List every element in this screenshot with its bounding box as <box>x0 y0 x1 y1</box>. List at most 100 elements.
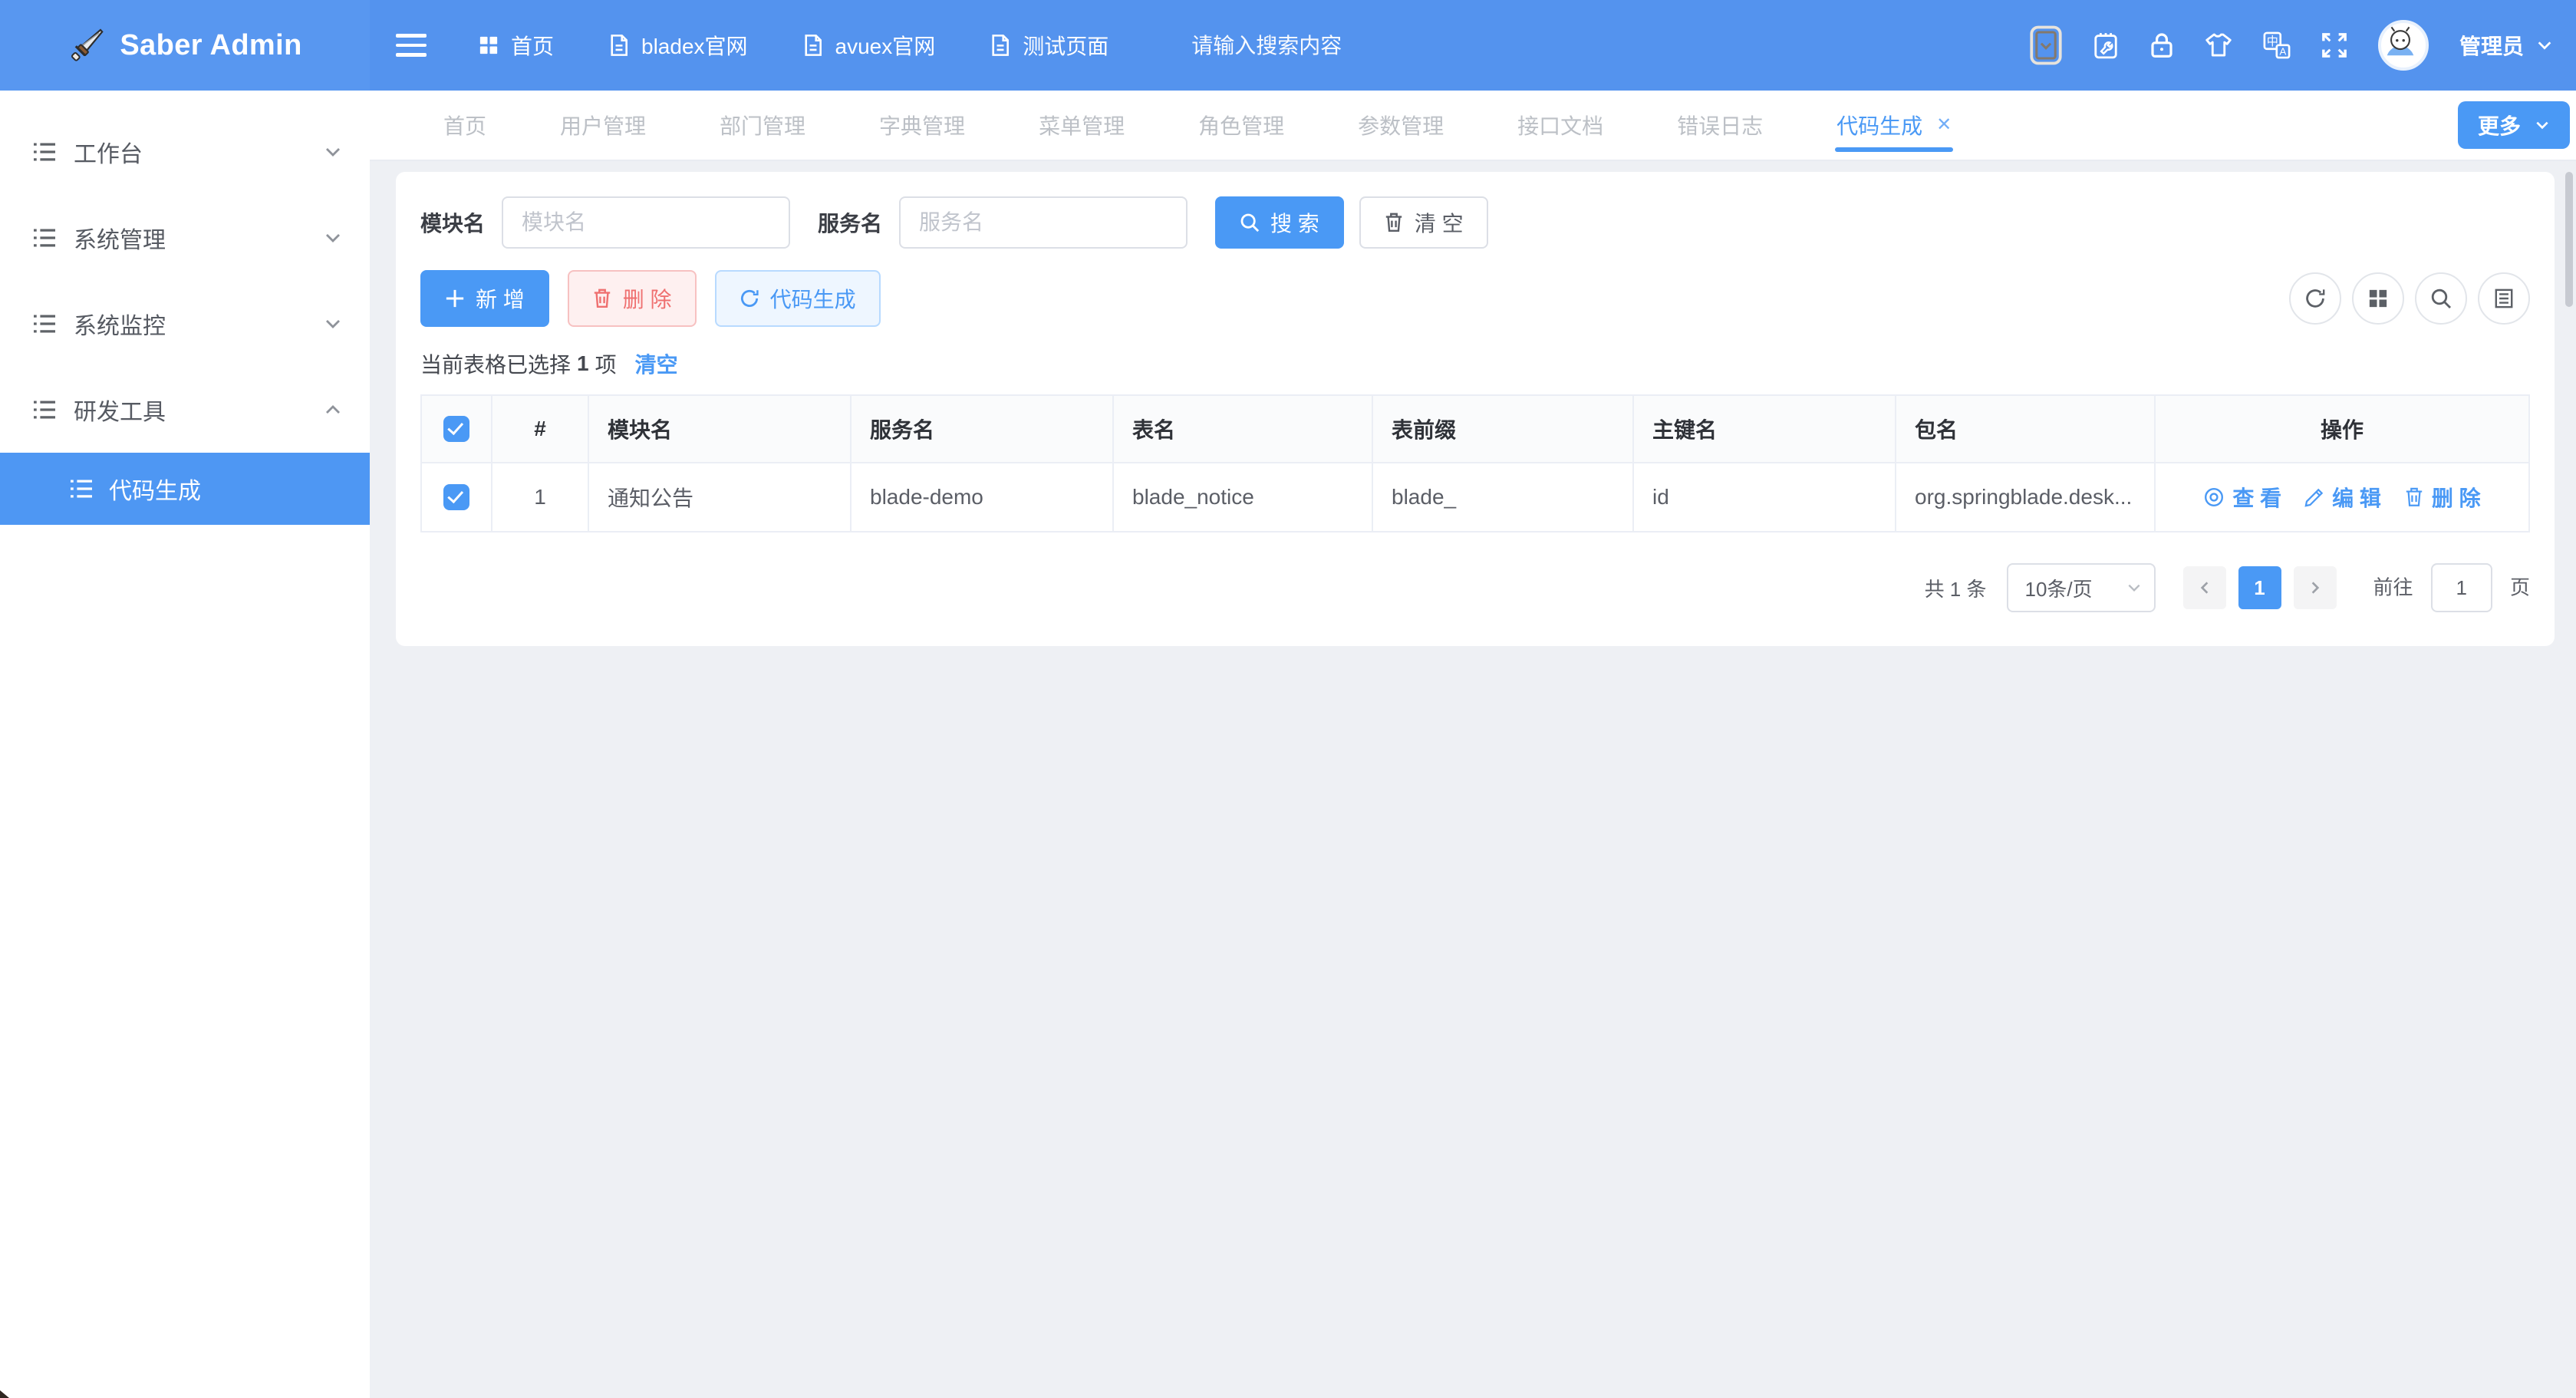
search-toggle-icon-button[interactable] <box>2415 272 2467 325</box>
sidebar: 工作台 系统管理 系统监控 研发工具 <box>0 91 370 1398</box>
list-menu-icon <box>32 399 57 420</box>
chevron-up-icon <box>324 401 342 419</box>
sidebar-item-system-monitor[interactable]: 系统监控 <box>0 281 370 367</box>
corner-artifact <box>0 1390 9 1398</box>
prev-page-button[interactable] <box>2183 566 2226 609</box>
filter-row: 模块名 服务名 搜 索 清 空 <box>420 196 2530 249</box>
list-menu-icon <box>69 478 94 500</box>
list-menu-icon <box>32 141 57 163</box>
tab-param-management[interactable]: 参数管理 <box>1321 91 1481 160</box>
sidebar-item-system-management[interactable]: 系统管理 <box>0 195 370 281</box>
grid-icon <box>479 35 499 55</box>
table-view-icon-button[interactable] <box>2478 272 2530 325</box>
top-nav-style-switch-icon[interactable] <box>2030 25 2062 65</box>
lock-icon[interactable] <box>2149 31 2174 59</box>
tab-api-docs[interactable]: 接口文档 <box>1481 91 1640 160</box>
service-name-input[interactable] <box>899 196 1188 249</box>
debug-tool-icon[interactable] <box>2093 31 2119 60</box>
code-generate-button[interactable]: 代码生成 <box>715 270 881 327</box>
tab-home[interactable]: 首页 <box>407 91 523 160</box>
sidebar-item-label: 研发工具 <box>74 393 324 427</box>
column-header-package: 包名 <box>1896 395 2155 463</box>
page-size-select[interactable]: 10条/页 <box>2007 563 2156 612</box>
cell-index: 1 <box>492 463 588 532</box>
column-header-pk: 主键名 <box>1633 395 1896 463</box>
column-header-table: 表名 <box>1113 395 1372 463</box>
list-menu-icon <box>32 227 57 249</box>
column-settings-icon-button[interactable] <box>2352 272 2404 325</box>
fullscreen-icon[interactable] <box>2321 32 2347 58</box>
header-nav-label: avuex官网 <box>835 30 936 61</box>
tab-role-management[interactable]: 角色管理 <box>1161 91 1321 160</box>
trash-icon <box>592 288 612 309</box>
tab-dict-management[interactable]: 字典管理 <box>842 91 1002 160</box>
document-icon <box>609 34 629 57</box>
view-link[interactable]: 查 看 <box>2203 482 2281 513</box>
search-icon <box>1240 213 1260 232</box>
document-lines-icon <box>2494 288 2514 309</box>
add-button[interactable]: 新 增 <box>420 270 549 327</box>
scrollbar-thumb[interactable] <box>2565 172 2573 307</box>
content-area: 首页 用户管理 部门管理 字典管理 菜单管理 角色管理 参数管理 接口文档 错误… <box>370 91 2576 1398</box>
row-checkbox[interactable] <box>443 484 469 510</box>
clear-button[interactable]: 清 空 <box>1359 196 1488 249</box>
sidebar-item-dev-tools[interactable]: 研发工具 <box>0 367 370 453</box>
column-header-prefix: 表前缀 <box>1372 395 1633 463</box>
chevron-left-icon <box>2197 580 2212 595</box>
edit-link[interactable]: 编 辑 <box>2304 482 2381 513</box>
more-tabs-button[interactable]: 更多 <box>2458 101 2570 149</box>
trash-icon <box>2404 486 2424 508</box>
tab-dept-management[interactable]: 部门管理 <box>683 91 842 160</box>
theme-tshirt-icon[interactable] <box>2205 32 2232 58</box>
goto-page-input[interactable] <box>2431 563 2492 612</box>
service-name-label: 服务名 <box>818 207 882 238</box>
clear-selection-link[interactable]: 清空 <box>635 348 678 379</box>
app-root: Saber Admin 首页 bladex官网 <box>0 0 2576 1398</box>
sidebar-sub-item-label: 代码生成 <box>109 472 201 506</box>
select-all-checkbox[interactable] <box>443 416 469 442</box>
chevron-down-icon <box>2536 37 2553 54</box>
next-page-button[interactable] <box>2294 566 2337 609</box>
header-main: 首页 bladex官网 avuex官网 <box>370 0 2576 91</box>
tab-error-log[interactable]: 错误日志 <box>1640 91 1800 160</box>
goto-label: 前往 <box>2373 576 2413 599</box>
user-name: 管理员 <box>2459 30 2524 61</box>
close-tab-icon[interactable]: ✕ <box>1936 116 1952 134</box>
module-name-input[interactable] <box>502 196 790 249</box>
hamburger-menu-icon[interactable] <box>396 28 427 63</box>
list-menu-icon <box>32 313 57 335</box>
header-nav-avuex[interactable]: avuex官网 <box>803 30 936 61</box>
top-header: Saber Admin 首页 bladex官网 <box>0 0 2576 91</box>
page-number-1[interactable]: 1 <box>2238 566 2281 609</box>
header-search-input[interactable] <box>1188 32 1486 60</box>
tab-menu-management[interactable]: 菜单管理 <box>1002 91 1161 160</box>
delete-button[interactable]: 删 除 <box>568 270 697 327</box>
column-header-index: # <box>492 395 588 463</box>
cell-pk: id <box>1633 463 1896 532</box>
header-nav-label: 测试页面 <box>1023 30 1108 61</box>
user-menu[interactable]: 管理员 <box>2459 30 2553 61</box>
tab-code-generation-active[interactable]: 代码生成 ✕ <box>1800 91 1988 160</box>
table-header-row: # 模块名 服务名 表名 表前缀 主键名 包名 操作 <box>421 395 2529 463</box>
sidebar-item-code-generation-active[interactable]: 代码生成 <box>0 453 370 525</box>
logo-block[interactable]: Saber Admin <box>0 0 370 91</box>
header-nav-bladex[interactable]: bladex官网 <box>609 30 748 61</box>
translate-icon[interactable]: 中 A <box>2263 31 2291 59</box>
row-actions: 查 看 编 辑 删 除 <box>2174 482 2510 513</box>
sidebar-item-workbench[interactable]: 工作台 <box>0 109 370 195</box>
sidebar-item-label: 系统监控 <box>74 307 324 341</box>
header-right-icons: 中 A <box>2030 20 2553 71</box>
user-avatar[interactable] <box>2378 20 2429 71</box>
refresh-icon-button[interactable] <box>2289 272 2341 325</box>
plus-icon <box>445 289 465 308</box>
selection-count: 1 <box>577 351 589 376</box>
header-nav-home[interactable]: 首页 <box>479 30 554 61</box>
header-nav-test-page[interactable]: 测试页面 <box>990 30 1108 61</box>
goto-page: 前往 页 <box>2373 563 2531 612</box>
cell-package: org.springblade.desk... <box>1896 463 2155 532</box>
search-button[interactable]: 搜 索 <box>1215 196 1344 249</box>
delete-link[interactable]: 删 除 <box>2404 482 2481 513</box>
chevron-down-icon <box>2126 580 2142 595</box>
table-row[interactable]: 1 通知公告 blade-demo blade_notice blade_ id… <box>421 463 2529 532</box>
tab-user-management[interactable]: 用户管理 <box>523 91 683 160</box>
